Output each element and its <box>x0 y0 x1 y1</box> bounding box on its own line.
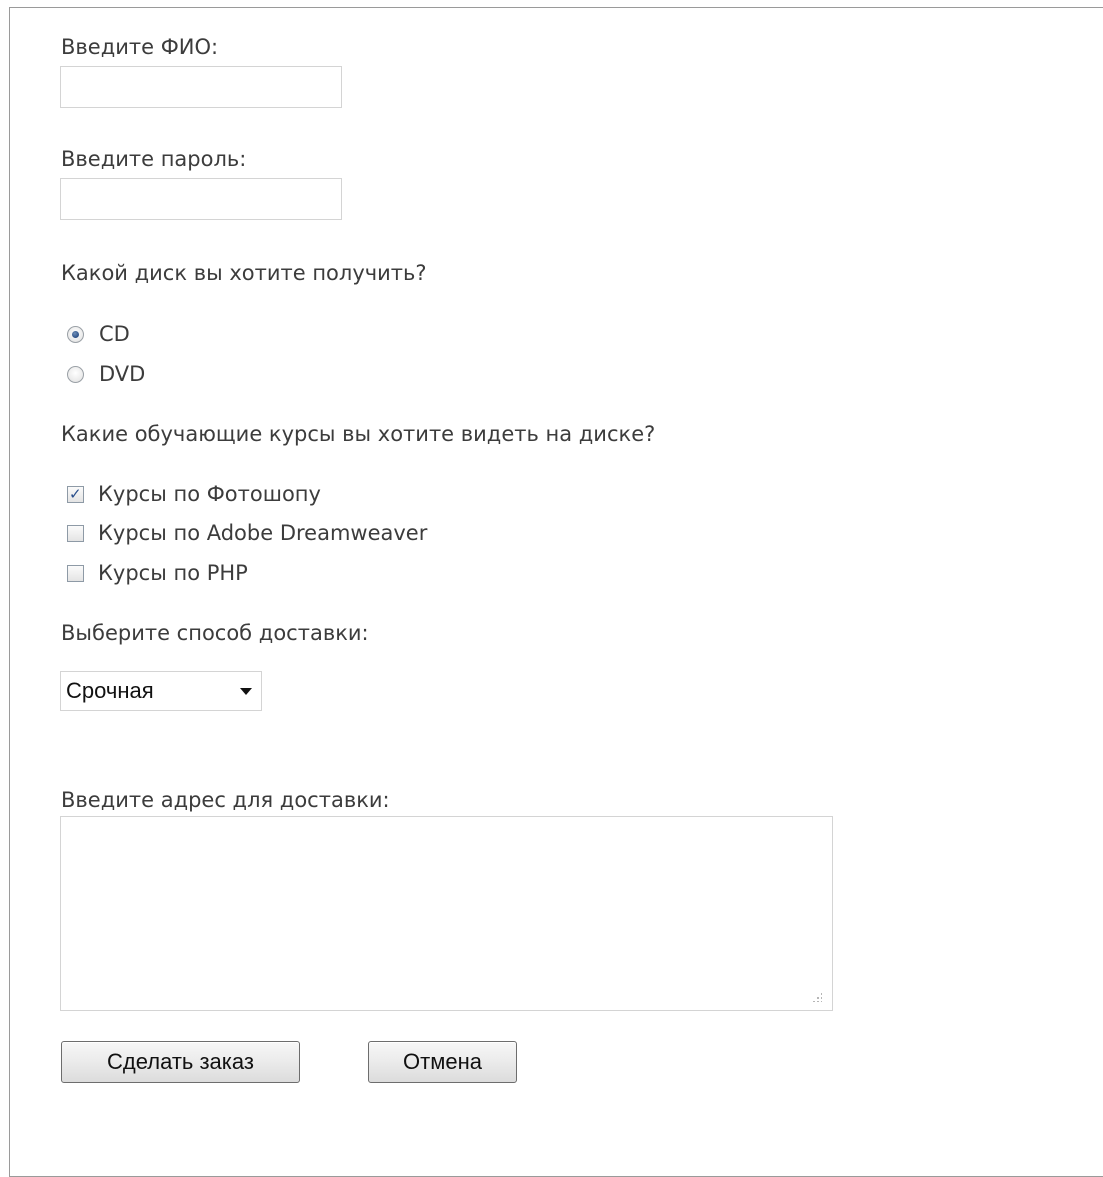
radio-option-cd[interactable]: CD <box>67 321 130 347</box>
checkbox-php[interactable] <box>67 564 84 582</box>
checkbox-dreamweaver-label: Курсы по Adobe Dreamweaver <box>98 521 428 545</box>
checkbox-php-label: Курсы по PHP <box>98 561 248 585</box>
cancel-button[interactable]: Отмена <box>368 1041 517 1083</box>
radio-cd[interactable] <box>67 325 84 343</box>
password-input[interactable] <box>60 178 342 220</box>
delivery-label: Выберите способ доставки: <box>61 621 369 645</box>
radio-cd-label: CD <box>99 322 130 346</box>
delivery-select[interactable]: Срочная <box>60 671 262 711</box>
radio-dvd-label: DVD <box>99 362 146 386</box>
name-label: Введите ФИО: <box>61 35 219 59</box>
address-textarea[interactable] <box>60 816 833 1011</box>
courses-question: Какие обучающие курсы вы хотите видеть н… <box>61 422 656 446</box>
chevron-down-icon <box>240 687 252 695</box>
radio-option-dvd[interactable]: DVD <box>67 361 145 387</box>
radio-dvd[interactable] <box>67 365 84 383</box>
password-label: Введите пароль: <box>61 147 247 171</box>
disk-question: Какой диск вы хотите получить? <box>61 261 427 285</box>
checkbox-option-dreamweaver[interactable]: Курсы по Adobe Dreamweaver <box>67 520 427 546</box>
submit-button[interactable]: Сделать заказ <box>61 1041 300 1083</box>
delivery-select-value: Срочная <box>66 678 154 703</box>
address-label: Введите адрес для доставки: <box>61 788 390 812</box>
resize-grip-icon[interactable] <box>812 992 822 1002</box>
checkbox-photoshop[interactable]: ✓ <box>67 484 84 503</box>
checkbox-option-php[interactable]: Курсы по PHP <box>67 560 248 586</box>
checkbox-dreamweaver[interactable] <box>67 524 84 542</box>
checkmark-icon: ✓ <box>69 484 82 503</box>
checkbox-photoshop-label: Курсы по Фотошопу <box>98 482 321 506</box>
name-input[interactable] <box>60 66 342 108</box>
checkbox-option-photoshop[interactable]: ✓ Курсы по Фотошопу <box>67 481 321 507</box>
